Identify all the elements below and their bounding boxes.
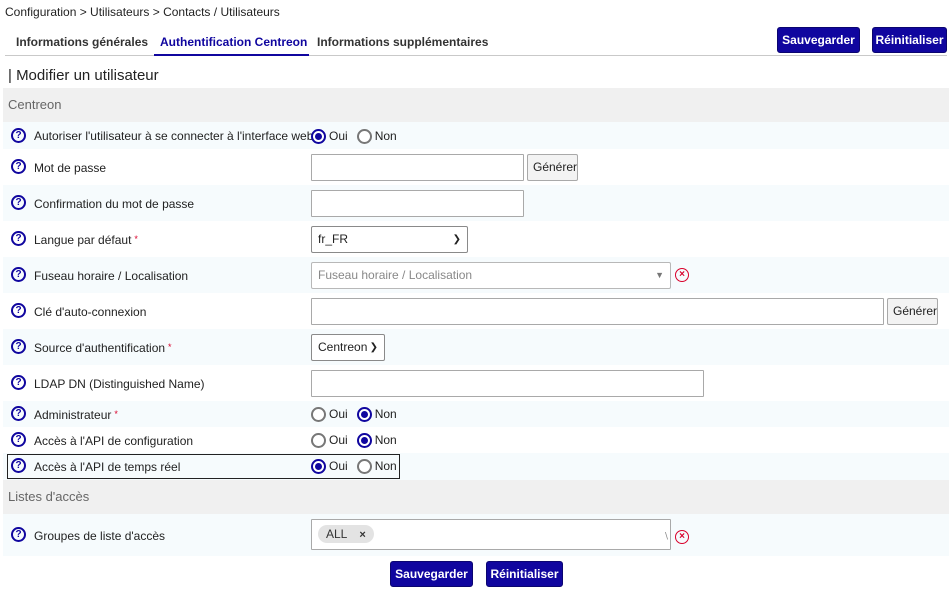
row-web-access: ? Autoriser l'utilisateur à se connecter… (3, 122, 949, 149)
tab-additional-info[interactable]: Informations supplémentaires (317, 35, 488, 49)
row-autologin: ? Clé d'auto-connexion Générer (3, 293, 949, 329)
web-access-radio-group: Oui Non (311, 127, 406, 145)
acl-groups-input[interactable]: ALL × ∖ (311, 519, 671, 550)
tab-centreon-auth[interactable]: Authentification Centreon (160, 35, 307, 49)
help-icon[interactable]: ? (11, 432, 26, 447)
password-label: Mot de passe (34, 161, 107, 175)
admin-label: Administrateur * (34, 408, 118, 422)
password-input[interactable] (311, 154, 524, 181)
resize-handle-icon[interactable]: ∖ (663, 524, 669, 549)
help-icon[interactable]: ? (11, 527, 26, 542)
acl-chip: ALL × (318, 525, 374, 543)
section-header-centreon: Centreon (3, 88, 949, 122)
section-header-acl: Listes d'accès (3, 480, 949, 514)
autologin-input[interactable] (311, 298, 884, 325)
timezone-label: Fuseau horaire / Localisation (34, 269, 189, 283)
help-icon[interactable]: ? (11, 267, 26, 282)
row-auth-source: ? Source d'authentification * Centreon ❯ (3, 329, 949, 365)
help-icon[interactable]: ? (11, 231, 26, 246)
auth-source-label: Source d'authentification * (34, 341, 172, 355)
help-icon[interactable]: ? (11, 303, 26, 318)
api-config-no-radio[interactable] (356, 432, 372, 448)
timezone-select[interactable]: Fuseau horaire / Localisation ▼ (311, 262, 671, 289)
row-acl-groups: ? Groupes de liste d'accès ALL × ∖ × (3, 514, 949, 556)
chip-remove-icon[interactable]: × (359, 529, 365, 541)
admin-radio-group: Oui Non (311, 405, 406, 423)
help-icon[interactable]: ? (11, 375, 26, 390)
caret-down-icon: ▼ (655, 270, 664, 280)
api-config-yes-label: Oui (329, 433, 348, 447)
password-confirm-label: Confirmation du mot de passe (34, 197, 195, 211)
acl-groups-label: Groupes de liste d'accès (34, 529, 166, 543)
generate-autologin-button[interactable]: Générer (887, 298, 938, 325)
language-label: Langue par défaut * (34, 233, 138, 247)
api-config-yes-radio[interactable] (311, 432, 326, 448)
active-tab-indicator (154, 54, 309, 56)
clear-circle-icon[interactable]: × (675, 268, 689, 282)
web-access-yes-radio[interactable] (311, 128, 326, 144)
help-icon[interactable]: ? (11, 339, 26, 354)
tab-general-info[interactable]: Informations générales (16, 35, 148, 49)
autologin-label: Clé d'auto-connexion (34, 305, 147, 319)
row-admin: ? Administrateur * Oui Non (3, 401, 949, 427)
row-password-confirm: ? Confirmation du mot de passe (3, 185, 949, 221)
page-title: | Modifier un utilisateur (8, 67, 159, 84)
save-button-top[interactable]: Sauvegarder (777, 27, 860, 53)
help-icon[interactable]: ? (11, 406, 26, 421)
chevron-down-icon: ❯ (452, 234, 461, 245)
row-password: ? Mot de passe Générer (3, 149, 949, 185)
ldap-dn-input[interactable] (311, 370, 704, 397)
reset-button-top[interactable]: Réinitialiser (872, 27, 947, 53)
help-icon[interactable]: ? (11, 159, 26, 174)
auth-source-select[interactable]: Centreon ❯ (311, 334, 385, 361)
api-config-no-label: Non (374, 433, 397, 447)
api-config-label: Accès à l'API de configuration (34, 434, 194, 448)
admin-no-radio[interactable] (356, 406, 372, 422)
clear-circle-icon[interactable]: × (675, 530, 689, 544)
password-confirm-input[interactable] (311, 190, 524, 217)
row-timezone: ? Fuseau horaire / Localisation Fuseau h… (3, 257, 949, 293)
reset-button-bottom[interactable]: Réinitialiser (486, 561, 563, 587)
language-select-value: fr_FR (318, 232, 348, 246)
auth-source-select-value: Centreon (318, 340, 368, 354)
breadcrumb: Configuration > Utilisateurs > Contacts … (5, 5, 280, 19)
web-access-no-label: Non (374, 129, 397, 143)
web-access-yes-label: Oui (329, 129, 348, 143)
timezone-placeholder: Fuseau horaire / Localisation (318, 268, 473, 282)
admin-yes-radio[interactable] (311, 406, 326, 422)
api-config-radio-group: Oui Non (311, 431, 406, 449)
row-api-config: ? Accès à l'API de configuration Oui Non (3, 427, 949, 453)
language-select[interactable]: fr_FR ❯ (311, 226, 468, 253)
chevron-down-icon: ❯ (369, 342, 378, 353)
row-ldap-dn: ? LDAP DN (Distinguished Name) (3, 365, 949, 401)
generate-password-button[interactable]: Générer (527, 154, 578, 181)
ldap-dn-label: LDAP DN (Distinguished Name) (34, 377, 205, 391)
help-icon[interactable]: ? (11, 128, 26, 143)
row-language: ? Langue par défaut * fr_FR ❯ (3, 221, 949, 257)
help-icon[interactable]: ? (11, 195, 26, 210)
acl-chip-label: ALL (326, 527, 348, 541)
focus-outline (7, 454, 400, 479)
web-access-no-radio[interactable] (356, 128, 372, 144)
admin-no-label: Non (374, 407, 397, 421)
web-access-label: Autoriser l'utilisateur à se connecter à… (34, 129, 320, 143)
save-button-bottom[interactable]: Sauvegarder (390, 561, 473, 587)
admin-yes-label: Oui (329, 407, 348, 421)
